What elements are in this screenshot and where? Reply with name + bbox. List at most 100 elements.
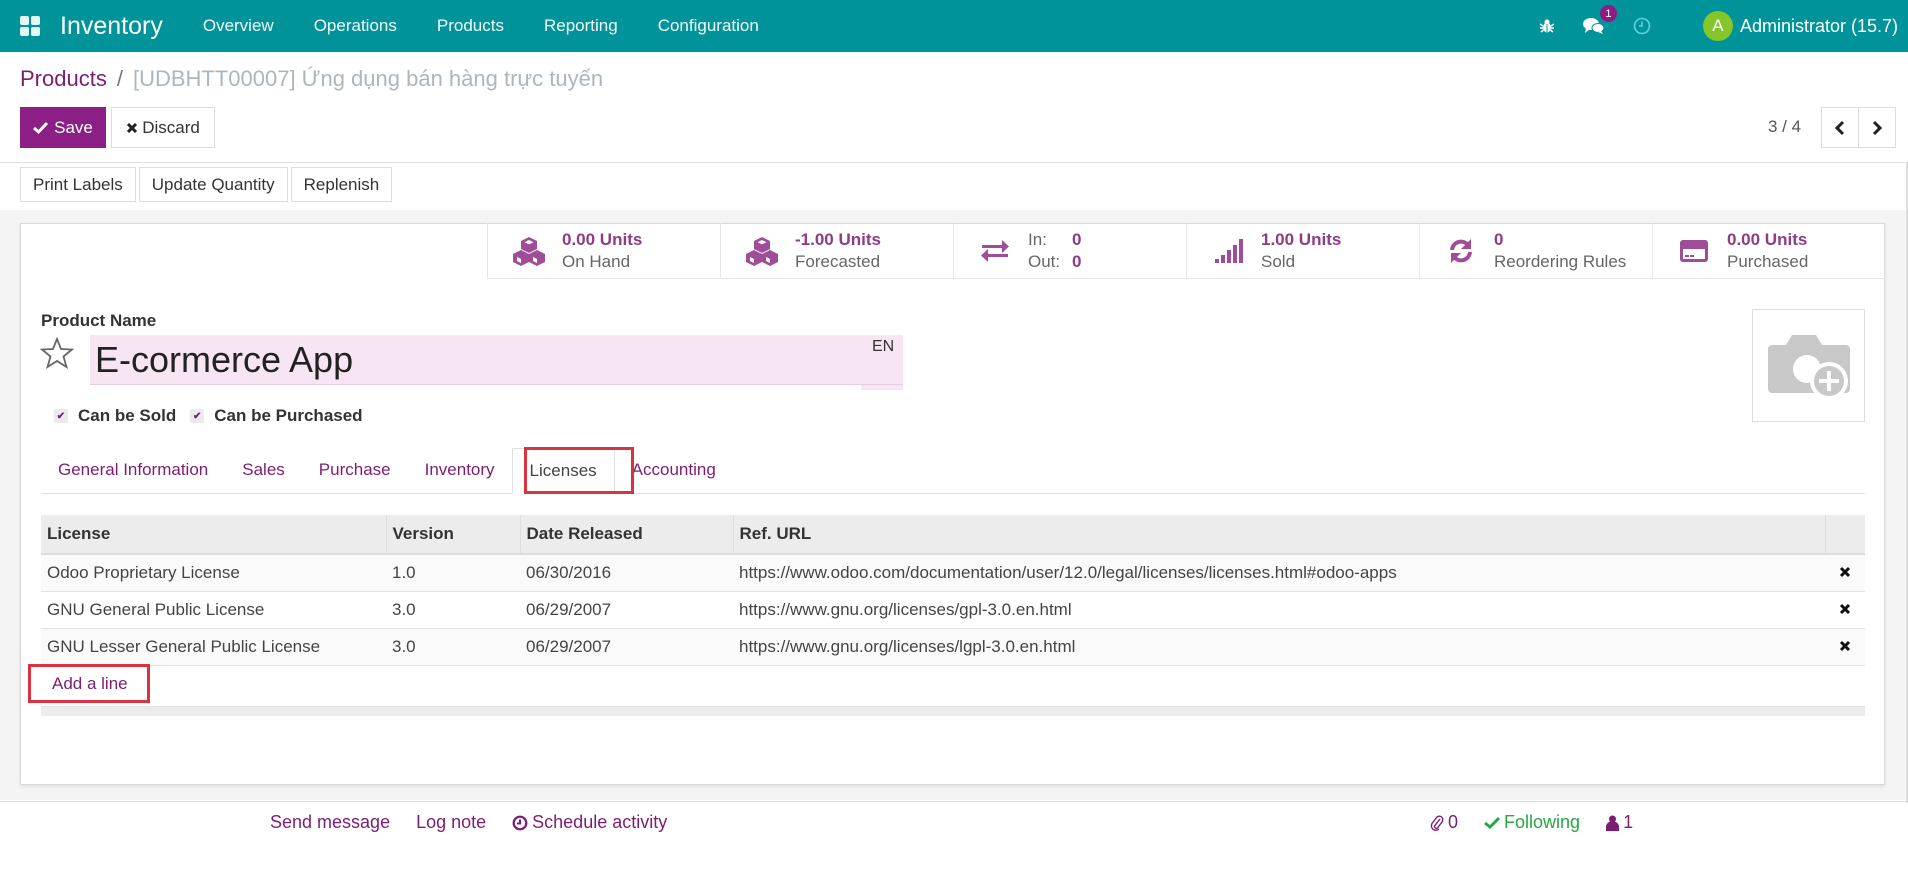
delete-row-button[interactable] bbox=[1825, 591, 1865, 629]
forecasted-value: -1.00 Units bbox=[795, 230, 881, 249]
notebook-tabs: General Information Sales Purchase Inven… bbox=[41, 448, 1865, 494]
smart-buttons: 0.00 Units On Hand -1.00 Units Forecaste… bbox=[487, 223, 1885, 279]
add-a-line-button[interactable]: Add a line bbox=[47, 674, 128, 693]
menu-reporting[interactable]: Reporting bbox=[524, 16, 638, 36]
menu-configuration[interactable]: Configuration bbox=[638, 16, 779, 36]
checkbox-checked-icon: ✔ bbox=[190, 409, 205, 423]
license-cell[interactable]: GNU General Public License bbox=[41, 591, 386, 629]
reordering-label: Reordering Rules bbox=[1494, 252, 1627, 271]
licenses-table: License Version Date Released Ref. URL O… bbox=[41, 515, 1865, 702]
tab-general-information[interactable]: General Information bbox=[41, 447, 225, 493]
license-cell[interactable]: GNU Lesser General Public License bbox=[41, 628, 386, 666]
discard-button[interactable]: Discard bbox=[111, 107, 215, 148]
tab-sales[interactable]: Sales bbox=[225, 447, 302, 493]
url-cell[interactable]: https://www.odoo.com/documentation/user/… bbox=[733, 554, 1825, 592]
menu-products[interactable]: Products bbox=[417, 16, 524, 36]
tab-purchase[interactable]: Purchase bbox=[302, 447, 408, 493]
purchased-label: Purchased bbox=[1727, 252, 1809, 271]
column-license[interactable]: License bbox=[41, 515, 387, 555]
translate-language-button[interactable]: EN bbox=[872, 338, 894, 356]
url-cell[interactable]: https://www.gnu.org/licenses/lgpl-3.0.en… bbox=[733, 628, 1825, 666]
discard-label: Discard bbox=[142, 117, 200, 137]
column-ref-url[interactable]: Ref. URL bbox=[733, 515, 1826, 555]
table-row[interactable]: Odoo Proprietary License 1.0 06/30/2016 … bbox=[41, 554, 1865, 592]
tab-inventory[interactable]: Inventory bbox=[408, 447, 512, 493]
print-labels-button[interactable]: Print Labels bbox=[20, 167, 136, 202]
on-hand-label: On Hand bbox=[562, 252, 631, 271]
delete-row-button[interactable] bbox=[1825, 628, 1865, 666]
add-line-row: Add a line bbox=[41, 665, 1865, 702]
signal-bars-icon bbox=[1209, 238, 1247, 264]
can-be-purchased-checkbox[interactable]: ✔ Can be Purchased bbox=[190, 406, 363, 426]
date-cell[interactable]: 06/29/2007 bbox=[520, 628, 733, 666]
messages-icon[interactable]: 1 bbox=[1582, 5, 1617, 35]
followers-button[interactable]: 1 bbox=[1606, 812, 1633, 833]
replenish-button[interactable]: Replenish bbox=[290, 167, 393, 202]
column-version[interactable]: Version bbox=[386, 515, 521, 555]
can-be-sold-label: Can be Sold bbox=[78, 406, 177, 425]
url-cell[interactable]: https://www.gnu.org/licenses/gpl-3.0.en.… bbox=[733, 591, 1825, 629]
product-image-upload[interactable] bbox=[1752, 309, 1865, 422]
check-icon bbox=[33, 121, 49, 134]
sold-value: 1.00 Units bbox=[1261, 230, 1342, 249]
delete-row-button[interactable] bbox=[1825, 554, 1865, 592]
column-delete bbox=[1825, 515, 1865, 555]
table-footer bbox=[41, 706, 1865, 716]
schedule-activity-button[interactable]: Schedule activity bbox=[512, 812, 667, 833]
in-value: 0 bbox=[1072, 230, 1082, 249]
attachments-button[interactable]: 0 bbox=[1430, 812, 1458, 833]
systray: 1 A Administrator (15.7) bbox=[1525, 0, 1908, 52]
tab-licenses[interactable]: Licenses bbox=[511, 448, 615, 494]
can-be-purchased-label: Can be Purchased bbox=[214, 406, 363, 425]
menu-overview[interactable]: Overview bbox=[183, 16, 294, 36]
can-be-sold-checkbox[interactable]: ✔ Can be Sold bbox=[54, 406, 176, 426]
tab-accounting[interactable]: Accounting bbox=[615, 447, 733, 493]
exchange-icon bbox=[976, 239, 1014, 263]
save-button[interactable]: Save bbox=[20, 107, 106, 148]
breadcrumb-separator: / bbox=[116, 66, 123, 91]
pager-buttons bbox=[1821, 107, 1896, 148]
app-name[interactable]: Inventory bbox=[60, 12, 163, 41]
forecasted-button[interactable]: -1.00 Units Forecasted bbox=[720, 223, 953, 279]
pager-next-button[interactable] bbox=[1858, 107, 1896, 148]
table-row[interactable]: GNU General Public License 3.0 06/29/200… bbox=[41, 591, 1865, 629]
version-cell[interactable]: 1.0 bbox=[386, 554, 520, 592]
followers-count: 1 bbox=[1623, 812, 1634, 832]
trash-x-icon bbox=[1839, 640, 1851, 651]
menu-operations[interactable]: Operations bbox=[294, 16, 417, 36]
product-name-input[interactable] bbox=[90, 335, 903, 385]
star-icon[interactable] bbox=[39, 336, 75, 374]
on-hand-button[interactable]: 0.00 Units On Hand bbox=[487, 223, 720, 279]
following-button[interactable]: Following bbox=[1484, 812, 1580, 833]
log-note-button[interactable]: Log note bbox=[416, 812, 486, 833]
sold-button[interactable]: 1.00 Units Sold bbox=[1186, 223, 1419, 279]
version-cell[interactable]: 3.0 bbox=[386, 591, 520, 629]
refresh-icon bbox=[1442, 237, 1480, 265]
cubes-icon bbox=[510, 236, 548, 266]
in-out-button[interactable]: In: 0 Out: 0 bbox=[953, 223, 1186, 279]
column-date-released[interactable]: Date Released bbox=[520, 515, 734, 555]
user-icon bbox=[1606, 815, 1620, 831]
purchased-button[interactable]: 0.00 Units Purchased bbox=[1652, 223, 1885, 279]
reordering-value: 0 bbox=[1494, 230, 1504, 249]
update-quantity-button[interactable]: Update Quantity bbox=[138, 167, 288, 202]
apps-menu-icon[interactable] bbox=[20, 16, 40, 36]
out-value: 0 bbox=[1072, 252, 1082, 271]
date-cell[interactable]: 06/30/2016 bbox=[520, 554, 733, 592]
clock-icon bbox=[512, 815, 528, 830]
check-icon bbox=[1484, 816, 1501, 829]
pager-value[interactable]: 3 / 4 bbox=[1768, 117, 1801, 137]
license-cell[interactable]: Odoo Proprietary License bbox=[41, 554, 386, 592]
product-flags: ✔ Can be Sold ✔ Can be Purchased bbox=[54, 406, 377, 426]
user-menu[interactable]: A Administrator (15.7) bbox=[1702, 11, 1898, 41]
reordering-rules-button[interactable]: 0 Reordering Rules bbox=[1419, 223, 1652, 279]
version-cell[interactable]: 3.0 bbox=[386, 628, 520, 666]
breadcrumb-products[interactable]: Products bbox=[20, 66, 107, 92]
pager-previous-button[interactable] bbox=[1821, 107, 1859, 148]
debug-bug-icon[interactable] bbox=[1539, 18, 1555, 34]
send-message-button[interactable]: Send message bbox=[270, 812, 390, 833]
date-cell[interactable]: 06/29/2007 bbox=[520, 591, 733, 629]
table-row[interactable]: GNU Lesser General Public License 3.0 06… bbox=[41, 628, 1865, 666]
activity-clock-icon[interactable] bbox=[1633, 17, 1651, 35]
chevron-right-icon bbox=[1872, 120, 1883, 135]
